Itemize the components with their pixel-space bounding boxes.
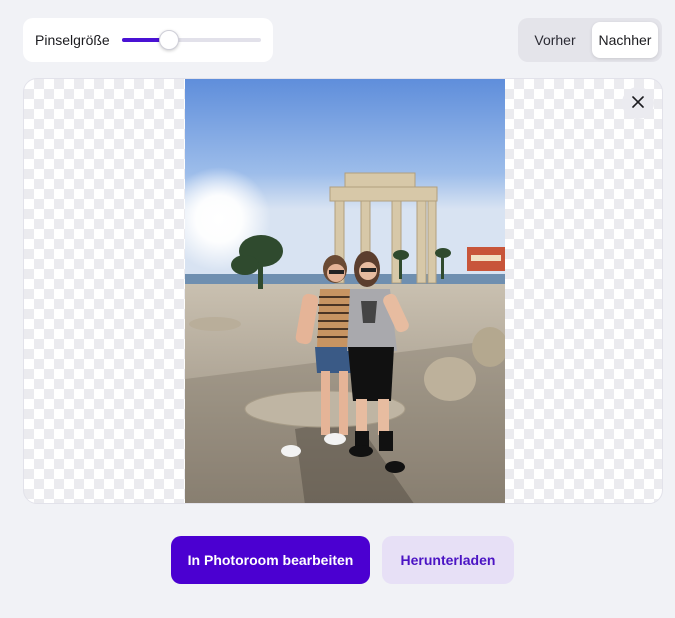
brush-size-slider[interactable] <box>121 30 261 50</box>
close-button[interactable] <box>622 87 654 119</box>
preview-canvas[interactable] <box>23 78 663 504</box>
brush-size-label: Pinselgröße <box>35 32 110 48</box>
app-root: Pinselgröße Vorher Nachher In Photoroom … <box>0 0 675 618</box>
edit-in-photoroom-button[interactable]: In Photoroom bearbeiten <box>171 536 370 584</box>
before-button[interactable]: Vorher <box>522 22 588 58</box>
before-after-toggle: Vorher Nachher <box>518 18 662 62</box>
action-bar: In Photoroom bearbeiten Herunterladen <box>171 536 514 584</box>
download-button[interactable]: Herunterladen <box>382 536 514 584</box>
slider-thumb[interactable] <box>159 30 180 50</box>
preview-photo <box>185 79 505 503</box>
brush-size-control: Pinselgröße <box>23 18 273 62</box>
after-button[interactable]: Nachher <box>592 22 658 58</box>
close-icon <box>631 95 645 112</box>
